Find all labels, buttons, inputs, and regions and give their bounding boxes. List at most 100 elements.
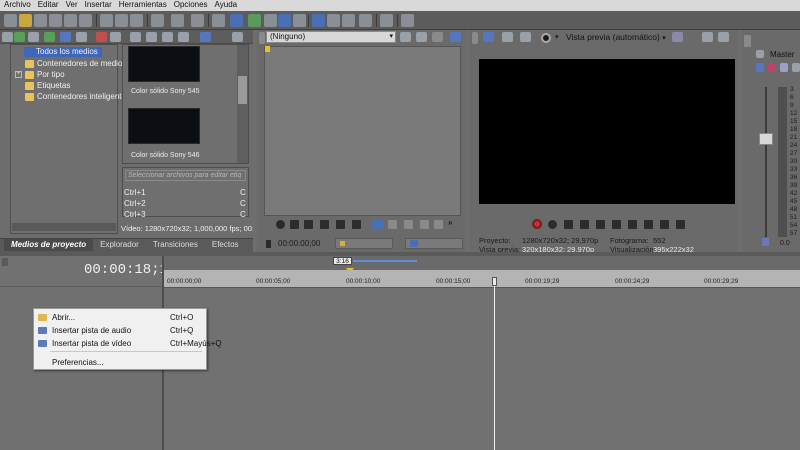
trimmer-media-dropdown[interactable]: (Ninguno) ▾ (266, 31, 396, 43)
audio-waveform-icon[interactable] (434, 220, 443, 229)
media-fx-icon[interactable] (76, 32, 87, 42)
play-from-start-icon[interactable] (290, 220, 299, 229)
panel-grip-icon[interactable] (259, 32, 265, 44)
master-toggle-icon[interactable] (756, 50, 764, 58)
tag-search-input[interactable]: Seleccionar archivos para editar etiq (125, 170, 246, 181)
stop-preview-icon[interactable] (146, 32, 157, 42)
add-to-timeline-icon[interactable] (388, 220, 397, 229)
menu-herramientas[interactable]: Herramientas (115, 0, 170, 10)
render-icon[interactable] (64, 14, 77, 27)
menu-editar[interactable]: Editar (34, 0, 62, 10)
undo-icon[interactable] (151, 14, 164, 27)
menu-ver[interactable]: Ver (62, 0, 81, 10)
panel-grip-icon[interactable] (2, 32, 13, 42)
play-icon[interactable] (580, 220, 589, 229)
preview-properties-icon[interactable] (483, 32, 494, 42)
trim-icon[interactable] (372, 219, 384, 230)
auto-preview-icon[interactable] (162, 32, 173, 42)
pause-icon[interactable] (596, 220, 605, 229)
tree-hscrollbar[interactable] (12, 223, 116, 231)
tree-item-by-type[interactable]: Por tipo (25, 70, 65, 80)
record-icon[interactable] (532, 219, 542, 229)
capture-video-icon[interactable] (28, 32, 39, 42)
redo-icon[interactable] (171, 14, 184, 27)
loop-region-marker[interactable]: 3:16 (333, 257, 352, 265)
zoom-tool-icon[interactable] (264, 14, 277, 27)
menu-ayuda[interactable]: Ayuda (211, 0, 241, 10)
monitor-icon[interactable] (450, 32, 461, 42)
play-icon[interactable] (304, 220, 313, 229)
menu-archivo[interactable]: Archivo (0, 0, 34, 10)
add-to-timeline-icon[interactable] (420, 220, 429, 229)
play-preview-icon[interactable] (130, 32, 141, 42)
tree-item-all-media[interactable]: Todos los medios (24, 47, 102, 57)
save-icon[interactable] (34, 14, 47, 27)
markers-icon[interactable] (359, 14, 372, 27)
get-media-web-icon[interactable] (44, 32, 55, 42)
tab-effects[interactable]: Efectos (205, 239, 246, 251)
trimmer-display[interactable] (264, 46, 461, 216)
trimmer-icon[interactable] (416, 32, 427, 42)
preview-fx-icon[interactable] (520, 32, 531, 42)
selection-tool-icon[interactable] (248, 14, 261, 27)
envelope-tool-icon[interactable] (230, 14, 243, 27)
tree-item-tags[interactable]: Etiquetas (25, 81, 70, 91)
stop-icon[interactable] (612, 220, 621, 229)
tree-item-media-bins[interactable]: Contenedores de medios (25, 59, 126, 69)
stop-icon[interactable] (336, 220, 345, 229)
mute-icon[interactable] (767, 63, 776, 72)
menu-opciones[interactable]: Opciones (170, 0, 211, 10)
play-from-start-icon[interactable] (564, 220, 573, 229)
menu-insertar[interactable]: Insertar (81, 0, 115, 10)
overlays-icon[interactable] (672, 32, 683, 42)
panel-grip-icon[interactable] (472, 32, 478, 44)
thumbnail-scrollbar[interactable] (237, 45, 248, 163)
lock-envelopes-icon[interactable] (293, 14, 306, 27)
playhead-handle[interactable] (492, 277, 497, 286)
timeline-grip-icon[interactable] (2, 258, 8, 266)
open-folder-icon[interactable] (19, 14, 32, 27)
snapping-icon[interactable] (312, 14, 325, 27)
copy-icon[interactable] (115, 14, 128, 27)
history-icon[interactable] (191, 14, 204, 27)
expand-icon[interactable]: + (15, 71, 22, 78)
downmix-icon[interactable] (792, 63, 800, 72)
tab-explorer[interactable]: Explorador (93, 239, 146, 251)
loop-icon[interactable] (276, 220, 285, 229)
tab-transitions[interactable]: Transiciones (146, 239, 205, 251)
loop-icon[interactable] (548, 220, 557, 229)
ignore-grouping-icon[interactable] (342, 14, 355, 27)
go-to-end-icon[interactable] (644, 220, 653, 229)
cut-icon[interactable] (100, 14, 113, 27)
menu-item-preferences[interactable]: Preferencias... (38, 357, 202, 368)
new-project-icon[interactable] (4, 14, 17, 27)
properties-icon[interactable] (79, 14, 92, 27)
media-tags-icon[interactable] (178, 32, 189, 42)
close-icon[interactable] (432, 32, 443, 42)
playhead-line[interactable] (494, 286, 495, 450)
go-to-start-icon[interactable] (352, 220, 361, 229)
tag-value[interactable]: C (240, 199, 246, 208)
event-fx-icon[interactable] (380, 14, 393, 27)
split-screen-icon[interactable] (541, 33, 551, 43)
tag-value[interactable]: C (240, 210, 246, 219)
tag-value[interactable]: C (240, 188, 246, 197)
menu-item-open[interactable]: Abrir... Ctrl+O (38, 312, 202, 323)
save-as-icon[interactable] (49, 14, 62, 27)
previous-frame-icon[interactable] (660, 220, 669, 229)
remove-media-icon[interactable] (96, 32, 107, 42)
paste-icon[interactable] (130, 14, 143, 27)
import-media-icon[interactable] (14, 32, 25, 42)
menu-item-insert-audio-track[interactable]: Insertar pista de audio Ctrl+Q (38, 325, 202, 336)
media-thumbnail[interactable] (128, 46, 200, 82)
media-thumbnail[interactable] (128, 108, 200, 144)
pause-icon[interactable] (320, 220, 329, 229)
solo-icon[interactable] (780, 63, 788, 72)
tab-project-media[interactable]: Medios de proyecto (4, 239, 94, 251)
fader-link-icon[interactable] (762, 238, 769, 246)
menu-item-insert-video-track[interactable]: Insertar pista de vídeo Ctrl+Mayús+Q (38, 338, 222, 349)
insert-fx-icon[interactable] (756, 63, 764, 72)
marker-bar[interactable] (164, 256, 800, 270)
crossfade-icon[interactable] (327, 14, 340, 27)
chevron-down-icon[interactable]: ▾ (555, 33, 559, 41)
